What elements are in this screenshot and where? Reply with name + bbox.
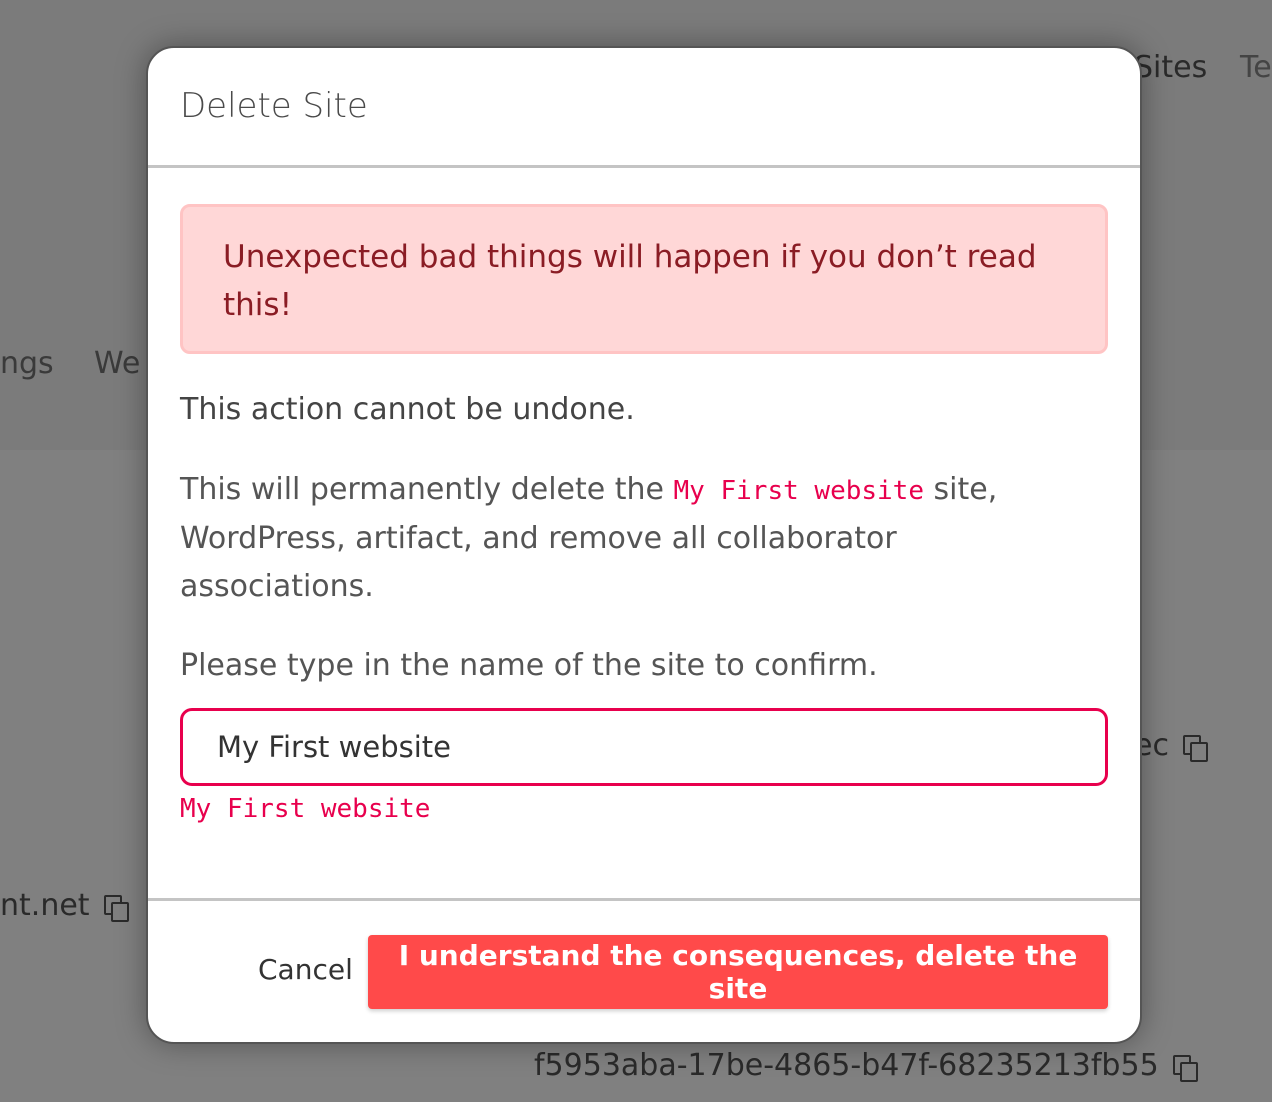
nav-sites[interactable]: Sites [1134, 50, 1207, 85]
modal-title: Delete Site [180, 86, 368, 126]
tab-settings[interactable]: ngs [0, 346, 54, 381]
site-name-input[interactable] [180, 708, 1108, 786]
confirm-prompt: Please type in the name of the site to c… [180, 648, 878, 683]
delete-site-button[interactable]: I understand the consequences, delete th… [368, 935, 1108, 1009]
desc-before: This will permanently delete the [180, 472, 674, 507]
modal-footer-divider [148, 898, 1140, 901]
nav-te[interactable]: Te [1240, 50, 1272, 85]
warning-text: This action cannot be undone. [180, 392, 635, 427]
copy-icon[interactable] [1182, 734, 1208, 762]
cancel-button[interactable]: Cancel [258, 953, 353, 986]
expected-name: My First website [180, 794, 431, 824]
id-text: ec [1134, 728, 1208, 763]
copy-icon[interactable] [103, 894, 129, 922]
domain-value: nt.net [0, 888, 90, 923]
description: This will permanently delete the My Firs… [180, 466, 1080, 611]
danger-alert: Unexpected bad things will happen if you… [180, 204, 1108, 354]
site-name-code: My First website [673, 476, 924, 506]
uuid-text: f5953aba-17be-4865-b47f-68235213fb55 [534, 1048, 1198, 1083]
copy-icon[interactable] [1172, 1054, 1198, 1082]
domain-text: nt.net [0, 888, 129, 923]
uuid-value: f5953aba-17be-4865-b47f-68235213fb55 [534, 1048, 1159, 1083]
tab-we[interactable]: We [94, 346, 140, 381]
delete-site-modal: Delete Site Unexpected bad things will h… [146, 46, 1142, 1044]
